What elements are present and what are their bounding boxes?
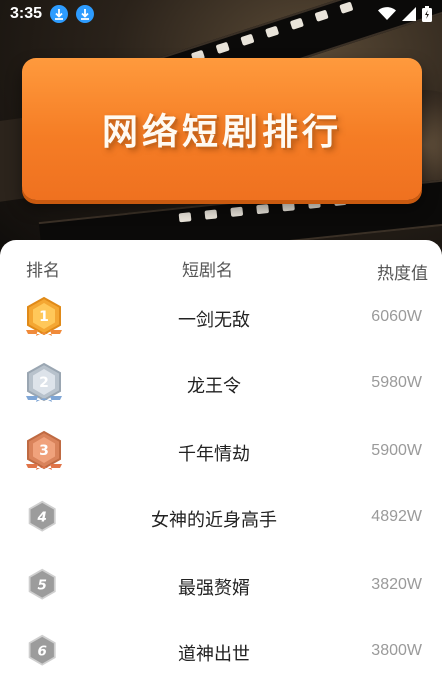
heat-value: 6060W [371,308,422,325]
svg-text:4: 4 [36,510,46,526]
table-row[interactable]: 4 女神的近身高手 4892W [0,486,442,552]
table-header: 排名 短剧名 热度值 [0,256,442,284]
ranking-banner: 网络短剧排行 [22,58,422,200]
status-time: 3:35 [10,5,43,22]
table-row[interactable]: 3 千年情劫 5900W [0,420,442,486]
gold-medal-icon: 1 [26,296,62,336]
ranking-list-card: 排名 短剧名 热度值 1 一剑无敌 6060W 2 龙王令 5980W 3 千年… [0,240,442,699]
hexagon-rank-icon: 4 [28,500,56,532]
table-row[interactable]: 6 道神出世 3800W [0,620,442,686]
download-icon [50,5,69,23]
hexagon-rank-icon: 5 [28,568,56,600]
svg-text:5: 5 [37,578,46,594]
status-bar: 3:35 [0,0,442,28]
drama-name: 一剑无敌 [178,310,250,331]
drama-name: 女神的近身高手 [151,510,277,531]
table-row[interactable]: 2 龙王令 5980W [0,352,442,418]
table-row[interactable]: 1 一剑无敌 6060W [0,286,442,352]
drama-name: 龙王令 [187,376,241,397]
drama-name: 道神出世 [178,644,250,665]
heat-value: 3800W [371,642,422,659]
wifi-icon [378,7,396,20]
heat-value: 3820W [371,576,422,593]
status-right-icons [378,6,432,22]
svg-text:6: 6 [37,644,46,660]
banner-title: 网络短剧排行 [101,112,342,153]
hexagon-rank-icon: 6 [28,634,56,666]
heat-value: 4892W [371,508,422,525]
download-icon [76,5,95,23]
signal-icon [402,7,416,21]
heat-value: 5980W [371,374,422,391]
bronze-medal-icon: 3 [26,430,62,470]
battery-icon [422,6,432,22]
svg-text:1: 1 [39,309,49,325]
header-drama-name: 短剧名 [182,261,233,281]
drama-name: 千年情劫 [178,444,250,465]
svg-text:3: 3 [39,443,49,459]
drama-name: 最强赘婿 [178,578,250,599]
silver-medal-icon: 2 [26,362,62,402]
heat-value: 5900W [371,442,422,459]
header-heat-value: 热度值 [377,264,428,284]
table-row[interactable]: 5 最强赘婿 3820W [0,554,442,620]
svg-text:2: 2 [39,375,49,391]
header-rank: 排名 [26,261,60,281]
